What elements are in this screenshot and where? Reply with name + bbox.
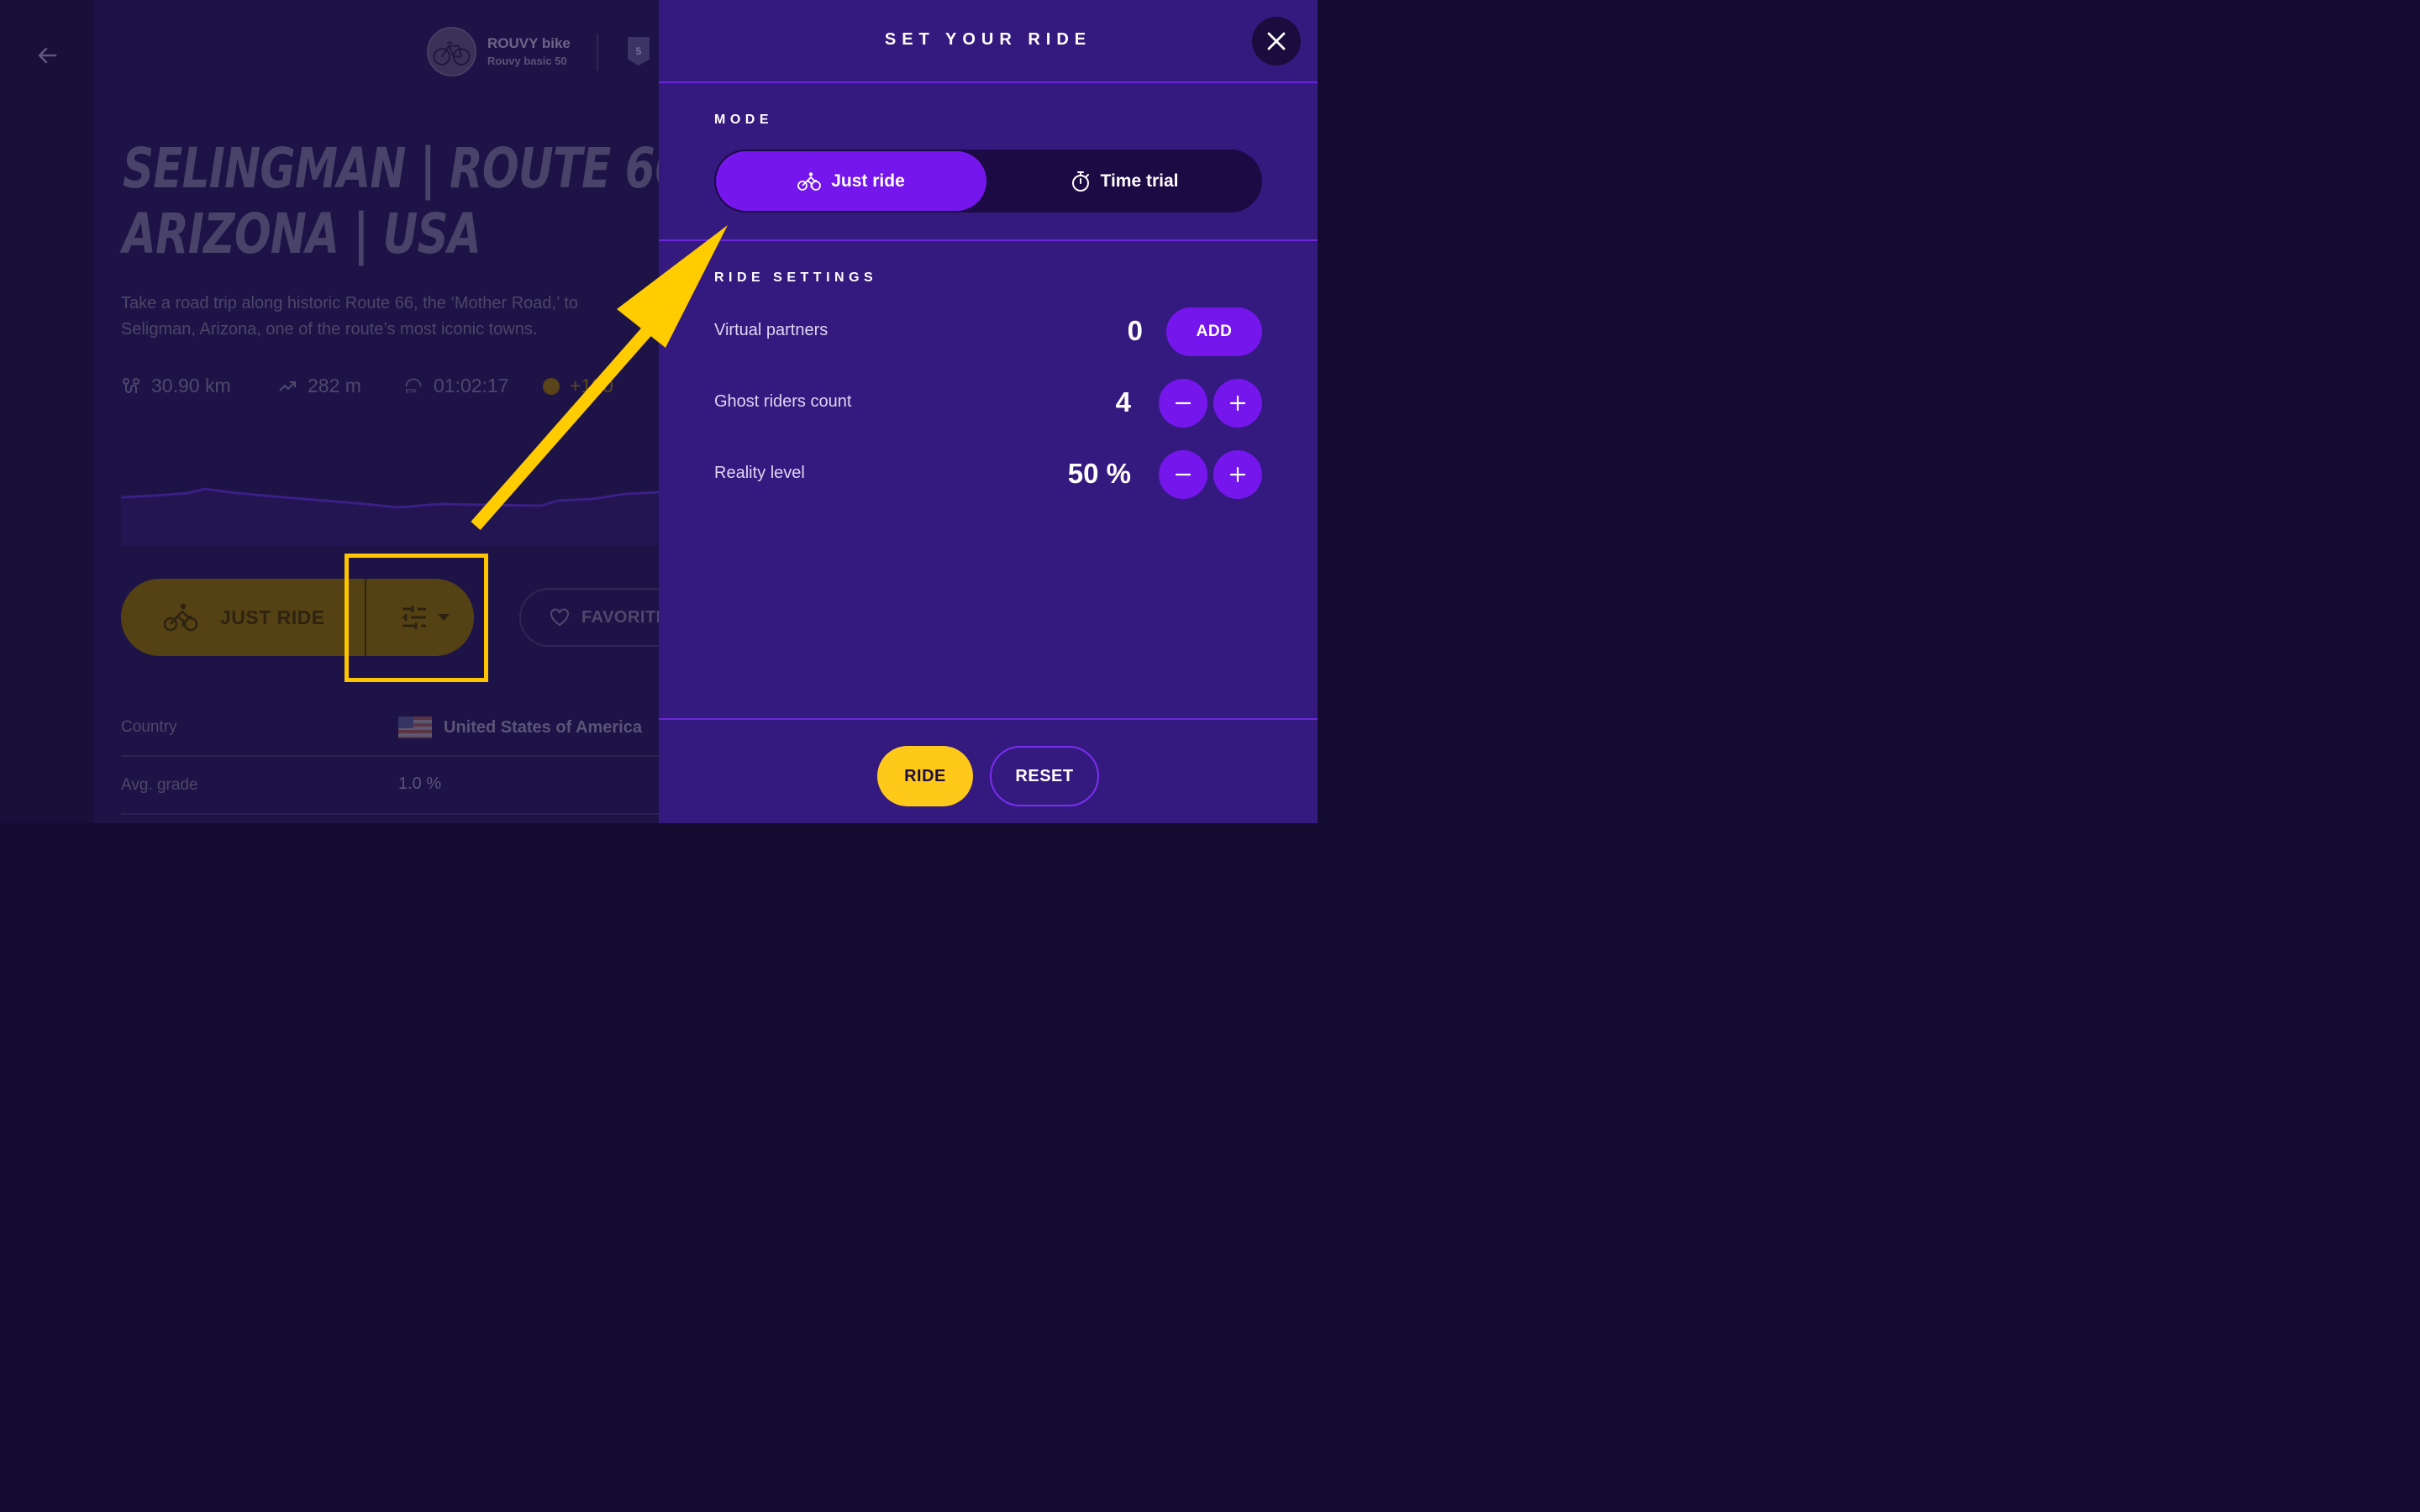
bike-avatar[interactable] xyxy=(427,27,476,76)
add-partner-button[interactable]: ADD xyxy=(1166,307,1262,356)
divider xyxy=(659,239,1318,241)
elevation-profile xyxy=(121,487,659,546)
setting-label: Ghost riders count xyxy=(714,392,852,411)
route-title-line2: ARIZONA | USA xyxy=(123,202,481,266)
svg-text:ETA: ETA xyxy=(406,388,417,394)
setting-label: Virtual partners xyxy=(714,321,829,339)
mode-option-just-ride[interactable]: Just ride xyxy=(716,151,986,211)
favorite-button[interactable]: FAVORITE xyxy=(519,588,659,647)
back-arrow-icon[interactable] xyxy=(34,42,60,69)
route-pin-icon xyxy=(123,377,139,393)
ghost-riders-value: 4 xyxy=(1115,386,1131,417)
distance-stat: 30.90 km xyxy=(121,375,231,397)
trend-up-icon xyxy=(279,381,296,391)
set-your-ride-panel: SET YOUR RIDE MODE Just ride Time trial … xyxy=(659,0,1318,823)
coin-icon xyxy=(543,377,560,395)
route-detail-page: ROUVY bike Rouvy basic 50 5 SELINGMAN | … xyxy=(0,0,659,823)
divider xyxy=(659,718,1318,720)
close-icon xyxy=(1267,32,1286,50)
us-flag-icon xyxy=(398,717,432,738)
eta-stat: ETA 01:02:17 xyxy=(403,375,509,397)
setting-label: Reality level xyxy=(714,464,805,482)
detail-value: United States of America xyxy=(398,717,642,738)
detail-row-grade: Avg. grade 1.0 % xyxy=(121,758,659,815)
route-detail-content: ROUVY bike Rouvy basic 50 5 SELINGMAN | … xyxy=(0,0,659,823)
just-ride-label: JUST RIDE xyxy=(220,606,325,628)
detail-label: Country xyxy=(121,718,177,736)
reality-level-decrease-button[interactable] xyxy=(1159,450,1207,499)
bike-icon xyxy=(797,171,822,191)
bike-icon xyxy=(163,603,198,632)
coins-stat: +100 xyxy=(543,375,613,397)
bike-name: ROUVY bike xyxy=(487,35,571,51)
route-description-line2: Seligman, Arizona, one of the route’s mo… xyxy=(121,320,538,339)
virtual-partners-value: 0 xyxy=(1127,315,1143,346)
country-value: United States of America xyxy=(444,717,642,737)
divider xyxy=(659,81,1318,83)
elevation-value: 282 m xyxy=(308,375,361,396)
just-ride-button[interactable]: JUST RIDE xyxy=(163,579,325,656)
mode-toggle: Just ride Time trial xyxy=(714,150,1262,213)
mode-label: Time trial xyxy=(1100,171,1179,191)
heart-icon xyxy=(550,608,569,627)
detail-row-country: Country United States of America xyxy=(121,700,659,757)
plus-icon xyxy=(1230,467,1245,482)
eta-icon: ETA xyxy=(405,378,422,394)
route-description-line1: Take a road trip along historic Route 66… xyxy=(121,294,579,312)
reset-button[interactable]: RESET xyxy=(990,746,1099,806)
mode-option-time-trial[interactable]: Time trial xyxy=(988,151,1260,211)
route-description: Take a road trip along historic Route 66… xyxy=(121,291,659,343)
route-title-line1: SELINGMAN | ROUTE 66 xyxy=(123,136,659,201)
setting-virtual-partners: Virtual partners 0 ADD xyxy=(714,307,1262,357)
stopwatch-icon xyxy=(1071,171,1089,192)
reality-level-value: 50 % xyxy=(1067,458,1131,489)
setting-ghost-riders: Ghost riders count 4 xyxy=(714,378,1262,428)
elevation-stat: 282 m xyxy=(277,375,361,397)
setting-reality-level: Reality level 50 % xyxy=(714,449,1262,500)
close-button[interactable] xyxy=(1252,17,1301,66)
coins-value: +100 xyxy=(570,375,613,396)
ride-button[interactable]: RIDE xyxy=(877,746,973,806)
mode-heading: MODE xyxy=(714,113,773,127)
bike-model: Rouvy basic 50 xyxy=(487,55,567,67)
level-badge: 5 xyxy=(628,37,650,66)
reality-level-increase-button[interactable] xyxy=(1213,450,1262,499)
annotation-highlight-box xyxy=(345,554,488,682)
ghost-riders-increase-button[interactable] xyxy=(1213,379,1262,428)
favorite-label: FAVORITE xyxy=(581,607,659,627)
minus-icon xyxy=(1176,473,1191,476)
eta-value: 01:02:17 xyxy=(434,375,509,396)
minus-icon xyxy=(1176,402,1191,405)
distance-value: 30.90 km xyxy=(151,375,231,396)
divider xyxy=(597,34,598,71)
mode-label: Just ride xyxy=(831,171,905,191)
ride-settings-heading: RIDE SETTINGS xyxy=(714,270,878,285)
ghost-riders-decrease-button[interactable] xyxy=(1159,379,1207,428)
detail-value: 1.0 % xyxy=(398,774,442,793)
panel-title: SET YOUR RIDE xyxy=(884,30,1092,49)
detail-label: Avg. grade xyxy=(121,776,198,794)
plus-icon xyxy=(1230,396,1245,411)
route-title: SELINGMAN | ROUTE 66 ARIZONA | USA xyxy=(123,136,659,267)
